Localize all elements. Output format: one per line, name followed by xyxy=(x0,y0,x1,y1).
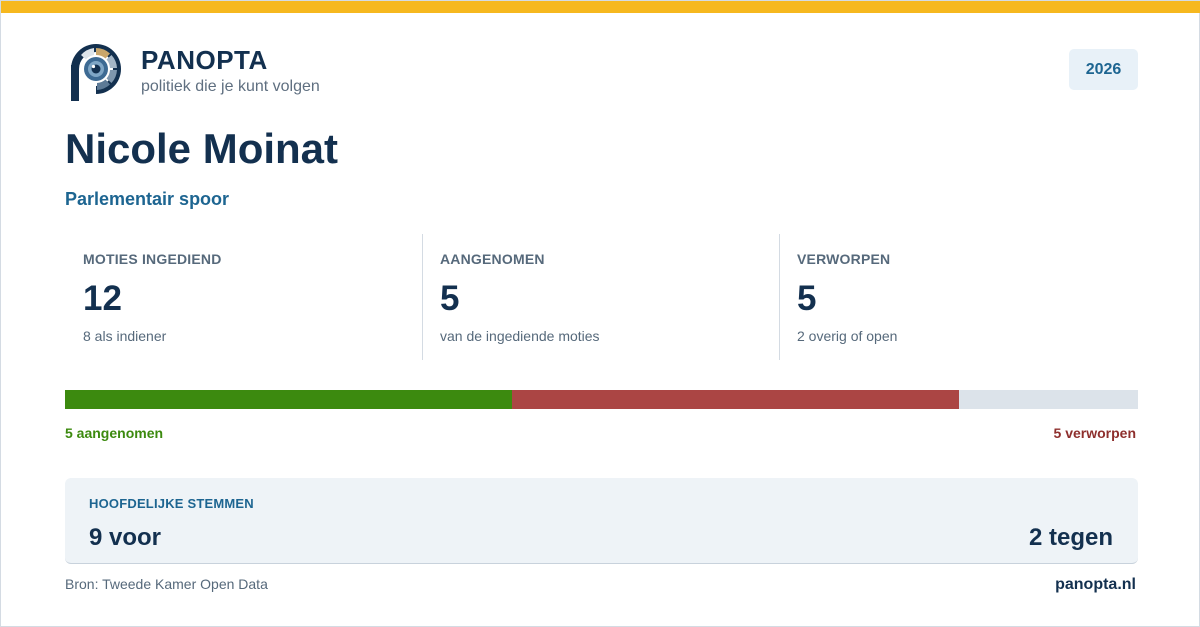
stat-label: VERWORPEN xyxy=(797,251,891,267)
brand-name: PANOPTA xyxy=(141,45,268,75)
section-subtitle: Parlementair spoor xyxy=(65,189,230,209)
stat-label: MOTIES INGEDIEND xyxy=(83,251,222,267)
stat-label: AANGENOMEN xyxy=(440,251,545,267)
adopted-count-label: 5 aangenomen xyxy=(65,425,164,441)
outcome-bar xyxy=(65,390,1138,409)
source-attribution: Bron: Tweede Kamer Open Data xyxy=(65,576,268,592)
stat-rejected: VERWORPEN 5 2 overig of open xyxy=(779,234,1138,360)
year-badge: 2026 xyxy=(1069,49,1138,90)
stat-subtext: 8 als indiener xyxy=(83,328,167,344)
votes-for: 9 voor xyxy=(89,524,162,551)
votes-against: 2 tegen xyxy=(1028,524,1113,551)
outcome-bar-rejected-segment xyxy=(512,390,960,409)
site-url: panopta.nl xyxy=(1055,576,1136,593)
stat-subtext: 2 overig of open xyxy=(797,328,898,344)
votes-heading: HOOFDELIJKE STEMMEN xyxy=(89,496,254,511)
stat-value: 5 xyxy=(797,279,817,318)
stat-value: 5 xyxy=(440,279,460,318)
accent-bar xyxy=(1,1,1200,13)
share-card: PANOPTA politiek die je kunt volgen 2026… xyxy=(0,0,1200,627)
panopta-logo-icon xyxy=(71,44,121,101)
stat-subtext: van de ingediende moties xyxy=(440,328,600,344)
brand-tagline: politiek die je kunt volgen xyxy=(141,78,320,95)
roll-call-votes-panel: HOOFDELIJKE STEMMEN 9 voor 2 tegen xyxy=(65,478,1138,564)
stat-motions-submitted: MOTIES INGEDIEND 12 8 als indiener xyxy=(65,234,422,360)
rejected-count-label: 5 verworpen xyxy=(1053,425,1136,441)
outcome-bar-adopted-segment xyxy=(65,390,513,409)
stat-value: 12 xyxy=(83,279,122,318)
person-name: Nicole Moinat xyxy=(65,125,339,172)
stat-adopted: AANGENOMEN 5 van de ingediende moties xyxy=(422,234,779,360)
